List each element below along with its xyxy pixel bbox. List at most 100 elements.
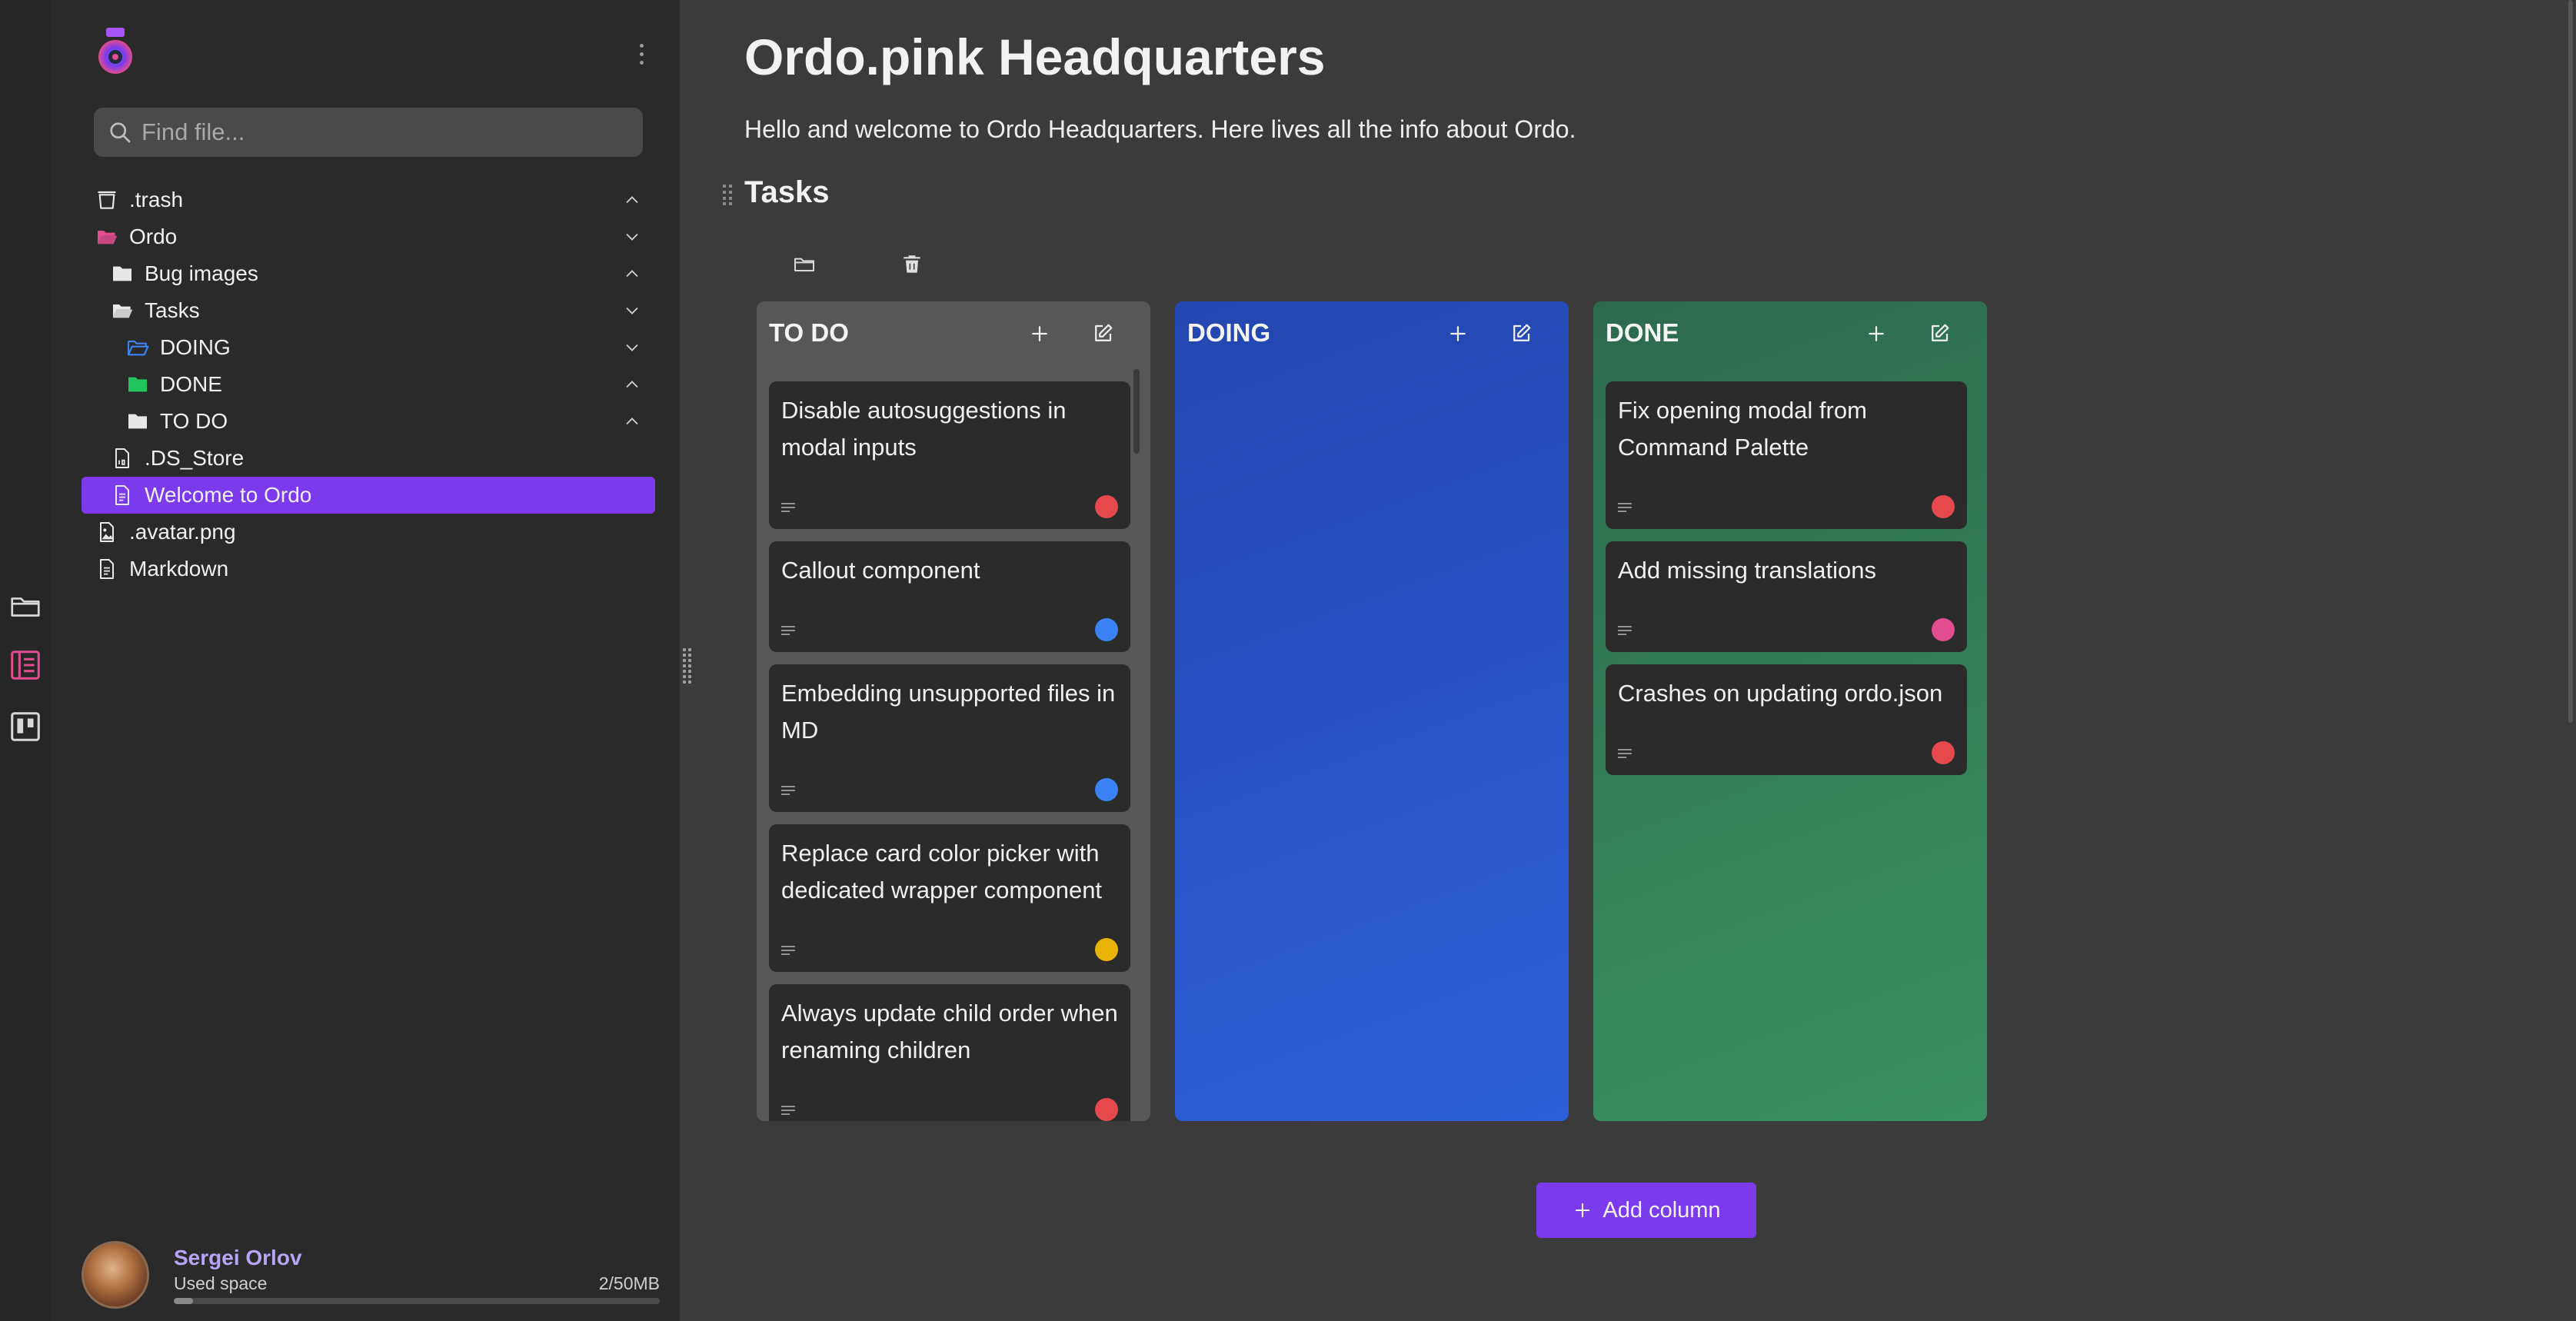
chevron-down-icon[interactable] (621, 337, 643, 358)
folder-icon (128, 377, 147, 392)
tree-item-done[interactable]: DONE (82, 366, 655, 403)
chevron-up-icon[interactable] (621, 411, 643, 432)
card-color-dot[interactable] (1095, 618, 1118, 641)
edit-icon (1095, 324, 1113, 341)
tree-item-label: Welcome to Ordo (145, 483, 312, 507)
card-title: Embedding unsupported files in MD (781, 680, 1116, 744)
tree-item-label: TO DO (160, 409, 228, 433)
add-card-button[interactable] (1443, 318, 1473, 349)
search-box[interactable] (94, 108, 643, 157)
description-icon (781, 626, 795, 635)
task-card[interactable]: Add missing translations (1606, 541, 1967, 652)
board-folder-button[interactable] (787, 248, 821, 281)
user-name: Sergei Orlov (174, 1246, 302, 1269)
file-explorer-button[interactable] (6, 587, 45, 626)
column-done: DONE Fix opening modal from Command Pale… (1593, 301, 1987, 1121)
folder-open-icon (113, 304, 133, 318)
tree-item-label: Bug images (145, 261, 258, 285)
tree-item-label: .avatar.png (129, 520, 236, 544)
column-title: TO DO (769, 318, 849, 347)
add-card-button[interactable] (1861, 318, 1892, 349)
card-color-dot[interactable] (1095, 778, 1118, 801)
image-file-icon (100, 522, 114, 542)
search-input[interactable] (141, 118, 603, 146)
card-color-dot[interactable] (1932, 741, 1955, 764)
page-description: Hello and welcome to Ordo Headquarters. … (744, 115, 1576, 143)
sidebar-menu-button[interactable] (632, 38, 651, 69)
card-title: Always update child order when renaming … (781, 1000, 1118, 1063)
card-color-dot[interactable] (1095, 938, 1118, 961)
edit-column-button[interactable] (1924, 318, 1955, 349)
description-icon (781, 503, 795, 512)
tree-item-markdown[interactable]: Markdown (82, 551, 655, 587)
used-space-label: Used space (174, 1273, 268, 1293)
task-card[interactable]: Callout component (769, 541, 1130, 652)
edit-column-button[interactable] (1506, 318, 1536, 349)
card-color-dot[interactable] (1095, 495, 1118, 518)
chevron-down-icon[interactable] (621, 300, 643, 321)
card-title: Add missing translations (1618, 557, 1876, 584)
task-card[interactable]: Embedding unsupported files in MD (769, 664, 1130, 812)
block-drag-handle[interactable] (723, 185, 734, 206)
file-tree: .trash Ordo Bug images Tasks DOING DONE (82, 181, 655, 587)
card-color-dot[interactable] (1095, 1098, 1118, 1121)
main-content: Ordo.pink Headquarters Hello and welcome… (680, 0, 2576, 1321)
kanban-button[interactable] (6, 707, 45, 746)
chevron-down-icon[interactable] (621, 226, 643, 248)
chevron-up-icon[interactable] (621, 189, 643, 211)
avatar[interactable] (82, 1241, 149, 1309)
plus-icon (1450, 326, 1466, 341)
tree-item-trash[interactable]: .trash (82, 181, 655, 218)
description-icon (1618, 749, 1632, 758)
column-doing: DOING (1175, 301, 1569, 1121)
trash-icon (904, 255, 920, 273)
plus-icon (1576, 1203, 1590, 1218)
used-space-bar-fill (174, 1298, 194, 1304)
task-card[interactable]: Fix opening modal from Command Palette (1606, 381, 1967, 529)
chevron-up-icon[interactable] (621, 374, 643, 395)
card-title: Crashes on updating ordo.json (1618, 680, 1943, 707)
tree-item-bug-images[interactable]: Bug images (82, 255, 655, 292)
user-panel[interactable]: Sergei Orlov Used space 2/50MB (82, 1241, 661, 1310)
tree-item-ordo[interactable]: Ordo (82, 218, 655, 255)
ordo-logo-icon (98, 28, 132, 74)
chevron-up-icon[interactable] (621, 263, 643, 284)
tree-item-tasks[interactable]: Tasks (82, 292, 655, 329)
task-card[interactable]: Disable autosuggestions in modal inputs (769, 381, 1130, 529)
folder-icon (794, 258, 814, 271)
card-color-dot[interactable] (1932, 618, 1955, 641)
column-todo: TO DO Disable autosuggestions in modal i… (757, 301, 1150, 1121)
tree-item-label: Ordo (129, 225, 178, 248)
tree-item-avatar-png[interactable]: .avatar.png (82, 514, 655, 551)
activity-rail (0, 0, 51, 1321)
description-icon (1618, 503, 1632, 512)
tree-item-doing[interactable]: DOING (82, 329, 655, 366)
tree-item-ds-store[interactable]: .DS_Store (82, 440, 655, 477)
card-title: Callout component (781, 557, 980, 584)
file-sidebar: .trash Ordo Bug images Tasks DOING DONE (51, 0, 680, 1321)
card-title: Replace card color picker with dedicated… (781, 840, 1103, 903)
edit-icon (1513, 324, 1531, 341)
folder-icon (113, 266, 131, 281)
task-card[interactable]: Always update child order when renaming … (769, 984, 1130, 1121)
tree-item-label: DOING (160, 335, 231, 359)
edit-column-button[interactable] (1087, 318, 1118, 349)
card-color-dot[interactable] (1932, 495, 1955, 518)
binary-file-icon (115, 448, 129, 468)
tree-item-todo[interactable]: TO DO (82, 403, 655, 440)
task-card[interactable]: Replace card color picker with dedicated… (769, 824, 1130, 972)
page-scrollbar[interactable] (2568, 0, 2573, 723)
tree-item-label: .DS_Store (145, 446, 245, 470)
tree-item-welcome-to-ordo[interactable]: Welcome to Ordo (82, 477, 655, 514)
card-title: Disable autosuggestions in modal inputs (781, 397, 1067, 461)
board-delete-button[interactable] (895, 248, 929, 281)
editor-button[interactable] (6, 646, 45, 684)
task-card[interactable]: Crashes on updating ordo.json (1606, 664, 1967, 775)
column-title: DONE (1606, 318, 1679, 347)
add-card-button[interactable] (1024, 318, 1055, 349)
trash-icon (98, 191, 116, 209)
column-scrollbar[interactable] (1133, 369, 1140, 454)
tree-item-label: DONE (160, 372, 222, 396)
add-column-button[interactable]: Add column (1536, 1183, 1756, 1238)
notes-icon (11, 651, 40, 680)
